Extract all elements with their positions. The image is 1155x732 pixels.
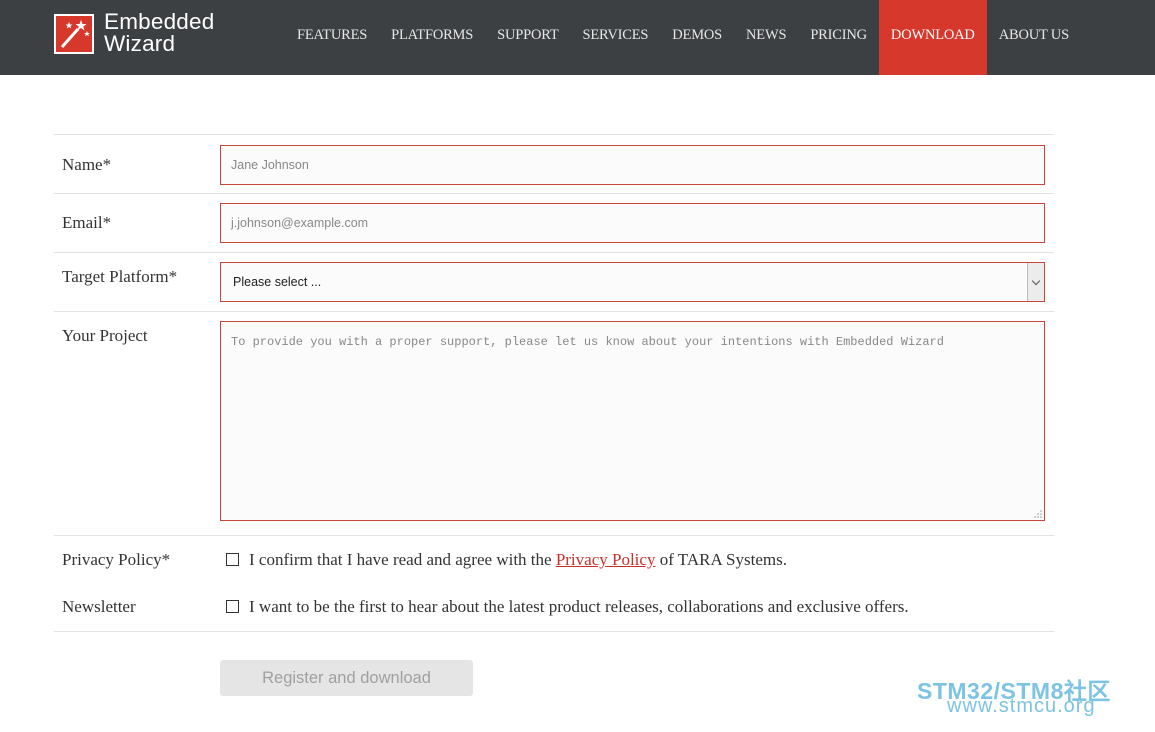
chevron-down-icon[interactable] bbox=[1027, 263, 1044, 301]
logo-text-line1: Embedded bbox=[104, 9, 215, 34]
form-row-name: Name* Jane Johnson bbox=[54, 134, 1054, 194]
logo-text: Embedded Wizard bbox=[104, 9, 215, 56]
privacy-text: I confirm that I have read and agree wit… bbox=[249, 550, 787, 570]
watermark-line2: www.stmcu.org bbox=[947, 695, 1096, 717]
form-row-platform: Target Platform* Please select ... bbox=[54, 252, 1054, 312]
privacy-text-before: I confirm that I have read and agree wit… bbox=[249, 550, 556, 569]
email-label: Email* bbox=[62, 213, 112, 232]
nav-download[interactable]: DOWNLOAD bbox=[878, 0, 987, 75]
form-row-email: Email* j.johnson@example.com bbox=[54, 193, 1054, 253]
newsletter-text: I want to be the first to hear about the… bbox=[249, 597, 909, 616]
nav-demos[interactable]: DEMOS bbox=[660, 0, 734, 75]
platform-select-value: Please select ... bbox=[233, 275, 322, 289]
register-download-button[interactable]: Register and download bbox=[220, 660, 473, 696]
main-nav: FEATURES PLATFORMS SUPPORT SERVICES DEMO… bbox=[285, 0, 1081, 75]
nav-news[interactable]: NEWS bbox=[734, 0, 798, 75]
logo-text-line2: Wizard bbox=[104, 31, 176, 56]
nav-platforms[interactable]: PLATFORMS bbox=[379, 0, 485, 75]
nav-about-us[interactable]: ABOUT US bbox=[987, 0, 1081, 75]
platform-label: Target Platform* bbox=[62, 267, 178, 286]
email-input[interactable]: j.johnson@example.com bbox=[220, 203, 1045, 243]
name-label: Name* bbox=[62, 155, 112, 174]
privacy-checkbox[interactable] bbox=[226, 553, 239, 566]
resize-handle-icon[interactable] bbox=[1034, 510, 1042, 518]
platform-select[interactable]: Please select ... bbox=[220, 262, 1045, 302]
privacy-policy-link[interactable]: Privacy Policy bbox=[556, 550, 656, 569]
nav-support[interactable]: SUPPORT bbox=[485, 0, 570, 75]
site-header: Embedded Wizard FEATURES PLATFORMS SUPPO… bbox=[0, 0, 1155, 75]
privacy-label: Privacy Policy* bbox=[62, 550, 171, 569]
name-input[interactable]: Jane Johnson bbox=[220, 145, 1045, 185]
newsletter-checkbox[interactable] bbox=[226, 600, 239, 613]
wand-stars-icon bbox=[54, 14, 94, 54]
nav-services[interactable]: SERVICES bbox=[571, 0, 661, 75]
form-row-consent: Privacy Policy* I confirm that I have re… bbox=[54, 535, 1054, 632]
watermark: STM32/STM8社区 www.stmcu.org bbox=[917, 672, 1153, 722]
form-row-project: Your Project To provide you with a prope… bbox=[54, 311, 1054, 536]
project-placeholder: To provide you with a proper support, pl… bbox=[231, 335, 944, 349]
privacy-text-after: of TARA Systems. bbox=[655, 550, 787, 569]
project-textarea[interactable]: To provide you with a proper support, pl… bbox=[220, 321, 1045, 521]
nav-features[interactable]: FEATURES bbox=[285, 0, 379, 75]
nav-pricing[interactable]: PRICING bbox=[798, 0, 879, 75]
logo[interactable]: Embedded Wizard bbox=[54, 9, 254, 60]
project-label: Your Project bbox=[62, 326, 148, 345]
newsletter-label: Newsletter bbox=[62, 597, 136, 616]
